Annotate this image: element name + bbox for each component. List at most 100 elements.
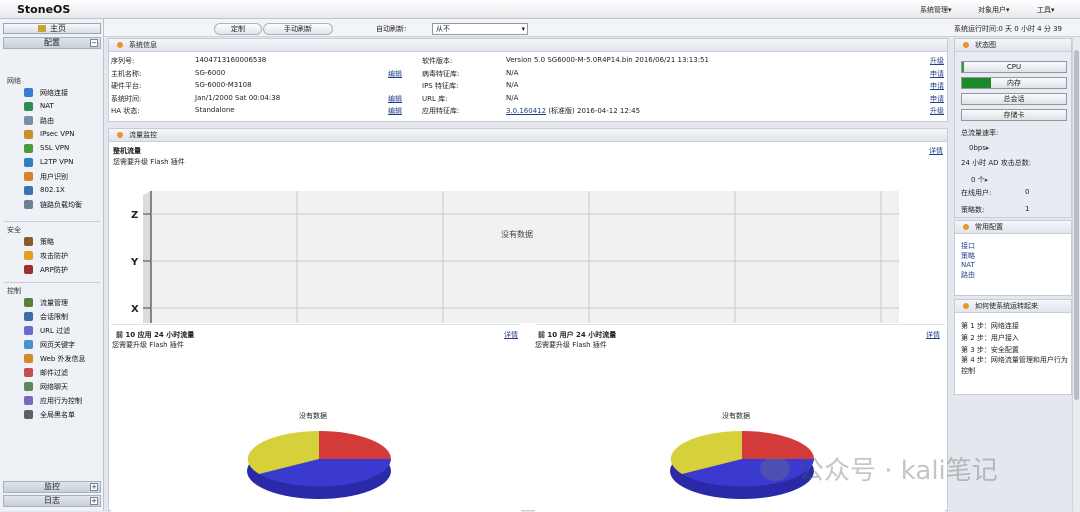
config-group-header[interactable]: 配置 − xyxy=(3,37,101,49)
top-apps-no-data: 没有数据 xyxy=(299,412,327,420)
sysinfo-action-link[interactable]: 升级 xyxy=(930,106,944,116)
howto-title: 如何使系统运转起来 xyxy=(975,302,1038,310)
log-label: 日志 xyxy=(44,496,60,505)
sidebar-item-icon xyxy=(24,88,33,97)
sidebar-item-icon xyxy=(24,237,33,246)
storage-card-button[interactable]: 存储卡 xyxy=(961,109,1067,121)
sysinfo-label: 硬件平台: xyxy=(111,82,142,90)
howto-step-2: 第 2 步：用户接入 xyxy=(961,334,1019,342)
top-apps-title: 前 10 应用 24 小时流量 xyxy=(116,331,195,339)
cpu-label: CPU xyxy=(1006,63,1022,71)
sidebar-item-icon xyxy=(24,410,33,419)
scrollbar-thumb[interactable] xyxy=(1074,50,1079,400)
memory-button[interactable]: 内存 xyxy=(961,77,1067,89)
page-scrollbar[interactable] xyxy=(1072,38,1080,511)
total-sessions-button[interactable]: 总会话 xyxy=(961,93,1067,105)
overall-traffic-detail-link[interactable]: 详情 xyxy=(929,146,943,156)
expand-icon[interactable]: + xyxy=(90,483,98,491)
sidebar-item-icon xyxy=(24,312,33,321)
howto-step-3: 第 3 步：安全配置 xyxy=(961,346,1019,354)
chart-plot-area xyxy=(151,191,899,323)
quick-link-interface[interactable]: 接口 xyxy=(961,241,975,251)
overall-no-data: 没有数据 xyxy=(501,229,533,239)
sidebar-item-icon xyxy=(24,326,33,335)
collapse-icon[interactable]: − xyxy=(90,39,98,47)
auto-refresh-value: 从不 xyxy=(436,25,450,33)
sidebar-item-label: 网络聊天 xyxy=(40,383,68,391)
log-group-header[interactable]: 日志 + xyxy=(3,495,101,507)
sidebar-item-label: URL 过滤 xyxy=(40,327,71,335)
manual-refresh-button[interactable]: 手动刷新 xyxy=(263,23,333,35)
traffic-rate-value[interactable]: 0bps▸ xyxy=(969,144,990,152)
sidebar-item-icon xyxy=(24,186,33,195)
monitor-group-header[interactable]: 监控 + xyxy=(3,481,101,493)
panel-bullet-icon xyxy=(963,42,969,48)
top-apps-detail-link[interactable]: 详情 xyxy=(504,330,518,340)
monitor-label: 监控 xyxy=(44,482,60,491)
config-label: 配置 xyxy=(44,38,60,47)
top-users-detail-link[interactable]: 详情 xyxy=(926,330,940,340)
top-users-title: 前 10 用户 24 小时流量 xyxy=(538,331,617,339)
sysinfo-label: 病毒特征库: xyxy=(422,70,460,78)
sidebar-item-icon xyxy=(24,354,33,363)
cpu-usage-fill xyxy=(962,62,964,72)
sysinfo-action-link[interactable]: 升级 xyxy=(930,56,944,66)
sidebar-item-icon xyxy=(24,200,33,209)
memory-usage-fill xyxy=(962,78,991,88)
quick-link-route[interactable]: 路由 xyxy=(961,270,975,280)
sysinfo-value: Version 5.0 SG6000-M-5.0R4P14.bin 2016/0… xyxy=(506,56,709,64)
sidebar-item-icon xyxy=(24,382,33,391)
overall-traffic-chart: Z Y X 没有数据 xyxy=(130,191,899,323)
ad-attack-value[interactable]: 0 个▸ xyxy=(971,175,988,185)
sidebar-item-icon xyxy=(24,130,33,139)
toolbar: 定制 手动刷新 自动刷新: 从不 ▾ 系统运行时间:0 天 0 小时 4 分 3… xyxy=(0,19,1080,37)
menu-tools[interactable]: 工具▾ xyxy=(1037,5,1055,15)
sysinfo-label: IPS 特征库: xyxy=(422,82,459,90)
top-bar: StoneOS 系统管理▾ 对象用户▾ 工具▾ xyxy=(0,0,1080,19)
sidebar: 主页 配置 − 网络 网络连接 NAT 路由 IPsec VPN SSL VPN L2TP … xyxy=(0,19,104,511)
status-panel: 状态图 CPU 内存 总会话 存储卡 总流量速率: 0bps▸ 24 小时 AD… xyxy=(954,38,1072,218)
customize-button[interactable]: 定制 xyxy=(214,23,262,35)
sysinfo-label: URL 库: xyxy=(422,95,448,103)
expand-icon[interactable]: + xyxy=(90,497,98,505)
watermark: 公众号 · kali笔记 xyxy=(760,450,998,487)
sidebar-item-label: L2TP VPN xyxy=(40,158,74,166)
panel-bullet-icon xyxy=(963,303,969,309)
sidebar-divider xyxy=(4,282,100,283)
auto-refresh-select[interactable]: 从不 ▾ xyxy=(432,23,528,35)
sidebar-item-label: 攻击防护 xyxy=(40,252,68,260)
top-users-no-data: 没有数据 xyxy=(722,412,750,420)
policy-count-label: 策略数: xyxy=(961,206,985,214)
sidebar-item-icon xyxy=(24,340,33,349)
watermark-text: 公众号 · kali笔记 xyxy=(798,456,998,486)
sidebar-item-icon xyxy=(24,102,33,111)
sidebar-item-label: 流量管理 xyxy=(40,299,68,307)
app-signature-version-link[interactable]: 3.0.160412 xyxy=(506,107,546,115)
sidebar-item-label: 路由 xyxy=(40,117,54,125)
sysinfo-edit-link[interactable]: 编辑 xyxy=(388,106,402,116)
system-runtime: 系统运行时间:0 天 0 小时 4 分 39 xyxy=(954,25,1062,33)
sysinfo-label: 软件版本: xyxy=(422,57,453,65)
sysinfo-action-link[interactable]: 申请 xyxy=(930,81,944,91)
online-users-label: 在线用户: xyxy=(961,189,992,197)
sidebar-item-icon xyxy=(24,265,33,274)
home-button[interactable]: 主页 xyxy=(3,23,101,34)
sysinfo-edit-link[interactable]: 编辑 xyxy=(388,94,402,104)
system-info-header: 系统信息 xyxy=(109,39,947,52)
quick-link-nat[interactable]: NAT xyxy=(961,261,975,269)
sysinfo-edit-link[interactable]: 编辑 xyxy=(388,69,402,79)
sidebar-item-label: SSL VPN xyxy=(40,144,70,152)
sysinfo-action-link[interactable]: 申请 xyxy=(930,69,944,79)
traffic-rate-number: 0bps xyxy=(969,144,986,152)
cpu-button[interactable]: CPU xyxy=(961,61,1067,73)
quick-link-policy[interactable]: 策略 xyxy=(961,251,975,261)
menu-object-user[interactable]: 对象用户▾ xyxy=(978,5,1010,15)
sidebar-item-label: 邮件过滤 xyxy=(40,369,68,377)
sidebar-item-icon xyxy=(24,172,33,181)
howto-header: 如何使系统运转起来 xyxy=(955,300,1071,313)
sidebar-item-label: 802.1X xyxy=(40,186,65,194)
menu-system-management[interactable]: 系统管理▾ xyxy=(920,5,952,15)
sysinfo-action-link[interactable]: 申请 xyxy=(930,94,944,104)
sidebar-section-title: 安全 xyxy=(7,226,21,234)
sidebar-item-label: 网页关键字 xyxy=(40,341,75,349)
